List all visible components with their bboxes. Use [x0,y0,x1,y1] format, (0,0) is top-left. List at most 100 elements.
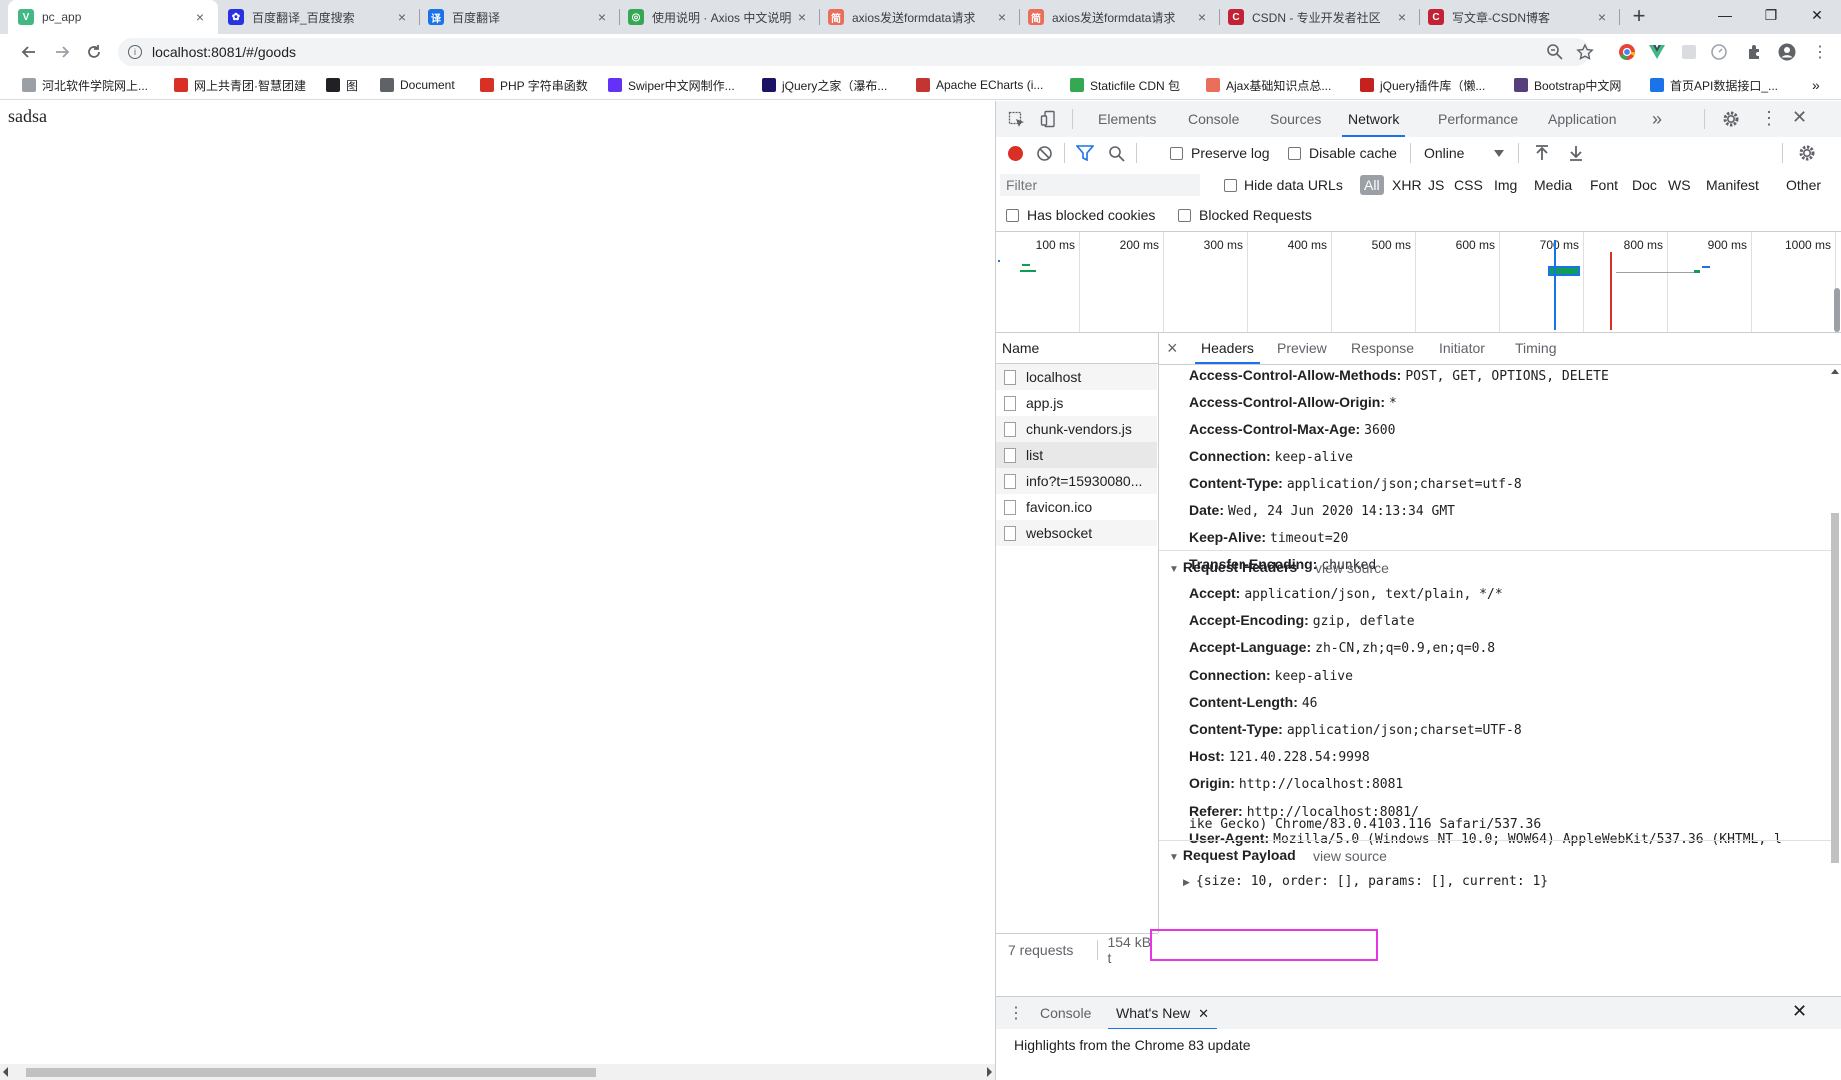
request-row[interactable]: chunk-vendors.js [996,416,1157,442]
filter-type-xhr[interactable]: XHR [1392,177,1422,193]
filter-funnel-icon[interactable] [1076,145,1094,162]
device-toolbar-icon[interactable] [1040,110,1058,128]
bookmark-star-icon[interactable] [1576,43,1594,61]
filter-type-font[interactable]: Font [1590,177,1618,193]
drawer-tab-whats-new[interactable]: What's New ✕ [1108,995,1218,1030]
minimize-button[interactable]: — [1702,0,1748,30]
bookmark-item[interactable]: Document [380,75,455,95]
devtools-menu-button[interactable]: ⋮ [1760,108,1778,129]
tab-close-icon[interactable]: × [994,9,1010,25]
browser-tab[interactable]: ◎ 使用说明 · Axios 中文说明 × [618,0,820,34]
bookmark-item[interactable]: Staticfile CDN 包 [1070,75,1180,95]
network-overview-timeline[interactable]: 100 ms 200 ms 300 ms 400 ms 500 ms 600 ms 700 … [996,232,1841,333]
disable-cache-label[interactable]: Disable cache [1309,145,1397,161]
scroll-right-arrow[interactable] [987,1067,992,1077]
filter-input[interactable] [1000,174,1200,196]
request-row[interactable]: info?t=15930080... [996,468,1157,494]
bookmark-item[interactable]: Bootstrap中文网 [1514,75,1621,95]
close-tab-icon[interactable]: ✕ [1198,1006,1209,1021]
bookmark-item[interactable]: Ajax基础知识点总... [1206,75,1331,95]
request-payload-toggle[interactable]: ▼ Request Payload [1169,847,1296,863]
network-settings-gear-icon[interactable] [1798,144,1816,162]
horizontal-scrollbar[interactable] [0,1064,995,1080]
tab-close-icon[interactable]: × [794,9,810,25]
browser-tab[interactable]: C CSDN - 专业开发者社区 × [1218,0,1420,34]
inspect-element-icon[interactable] [1008,111,1026,129]
bookmark-item[interactable]: 图 [326,75,358,95]
close-window-button[interactable]: ✕ [1794,0,1840,30]
request-row[interactable]: localhost [996,364,1157,390]
search-icon[interactable] [1108,145,1125,162]
export-har-icon[interactable] [1568,145,1584,162]
detail-tab-headers[interactable]: Headers [1195,333,1260,364]
scroll-left-arrow[interactable] [3,1067,8,1077]
devtools-tab-application[interactable]: Application [1548,101,1617,137]
bookmark-item[interactable]: jQuery之家（瀑布... [762,75,887,95]
extension-gauge-icon[interactable] [1710,43,1728,61]
bookmark-item[interactable]: 首页API数据接口_... [1650,75,1778,95]
close-drawer-button[interactable]: ✕ [1792,1001,1807,1022]
drawer-tab-console[interactable]: Console [1040,995,1091,1031]
detail-scrollbar-thumb[interactable] [1831,513,1839,863]
filter-type-all[interactable]: All [1360,175,1384,195]
detail-tab-preview[interactable]: Preview [1277,333,1327,364]
detail-scroll-up[interactable] [1831,369,1839,374]
devtools-tab-elements[interactable]: Elements [1098,101,1156,137]
bookmark-item[interactable]: Swiper中文网制作... [608,75,735,95]
blocked-requests-checkbox[interactable] [1178,209,1191,222]
preserve-log-checkbox[interactable] [1170,147,1183,160]
bookmarks-overflow-button[interactable]: » [1812,75,1820,95]
bookmark-item[interactable]: 网上共青团·智慧团建 [174,75,306,95]
payload-row[interactable]: ▶ {size: 10, order: [], params: [], curre… [1183,872,1548,889]
settings-gear-icon[interactable] [1722,110,1740,128]
disable-cache-checkbox[interactable] [1288,147,1301,160]
browser-tab[interactable]: C 写文章-CSDN博客 × [1418,0,1620,34]
request-row[interactable]: list [996,442,1157,468]
request-headers-toggle[interactable]: ▼ Request Headers [1169,559,1297,575]
tab-close-icon[interactable]: × [1594,9,1610,25]
clear-icon[interactable] [1036,145,1053,162]
url-text[interactable]: localhost:8081/#/goods [152,44,296,60]
more-tabs-button[interactable]: » [1652,101,1662,137]
filter-type-js[interactable]: JS [1428,177,1444,193]
horizontal-scroll-thumb[interactable] [26,1068,596,1077]
browser-tab[interactable]: 简 axios发送formdata请求 × [1018,0,1220,34]
import-har-icon[interactable] [1534,145,1550,162]
maximize-button[interactable]: ❐ [1748,0,1794,30]
zoom-icon[interactable] [1546,43,1564,61]
bookmark-item[interactable]: 河北软件学院网上... [22,75,148,95]
devtools-tab-sources[interactable]: Sources [1270,101,1321,137]
blocked-requests-label[interactable]: Blocked Requests [1199,207,1312,223]
site-info-icon[interactable]: i [128,45,142,59]
drawer-menu-button[interactable]: ⋮ [1008,1003,1024,1023]
tab-close-icon[interactable]: × [394,9,410,25]
tab-close-icon[interactable]: × [1394,9,1410,25]
forward-button[interactable] [50,40,74,64]
view-source-link[interactable]: view source [1315,560,1389,576]
chrome-menu-button[interactable]: ⋮ [1808,40,1832,64]
has-blocked-cookies-label[interactable]: Has blocked cookies [1027,207,1155,223]
preserve-log-label[interactable]: Preserve log [1191,145,1270,161]
new-tab-button[interactable]: + [1626,4,1652,30]
devtools-tab-performance[interactable]: Performance [1438,101,1518,137]
filter-type-other[interactable]: Other [1786,177,1821,193]
devtools-tab-console[interactable]: Console [1188,101,1239,137]
throttling-select[interactable]: Online [1424,145,1464,161]
bookmark-item[interactable]: PHP 字符串函数 [480,75,588,95]
browser-tab[interactable]: Vpc_app × [8,0,218,34]
vue-devtools-icon[interactable] [1648,43,1666,61]
address-bar[interactable]: i localhost:8081/#/goods [118,38,1590,66]
overview-scroll-thumb[interactable] [1834,288,1840,332]
close-devtools-button[interactable]: ✕ [1792,107,1807,128]
devtools-tab-network[interactable]: Network [1342,101,1406,137]
hide-data-urls-label[interactable]: Hide data URLs [1244,177,1343,193]
tab-close-icon[interactable]: × [594,9,610,25]
bookmark-item[interactable]: Apache ECharts (i... [916,75,1043,95]
filter-type-img[interactable]: Img [1494,177,1517,193]
chrome-extension-icon[interactable] [1618,43,1636,61]
browser-tab[interactable]: 译百度翻译 × [418,0,620,34]
puzzle-extensions-icon[interactable] [1746,43,1764,61]
request-row[interactable]: app.js [996,390,1157,416]
reload-button[interactable] [82,40,106,64]
has-blocked-cookies-checkbox[interactable] [1006,209,1019,222]
